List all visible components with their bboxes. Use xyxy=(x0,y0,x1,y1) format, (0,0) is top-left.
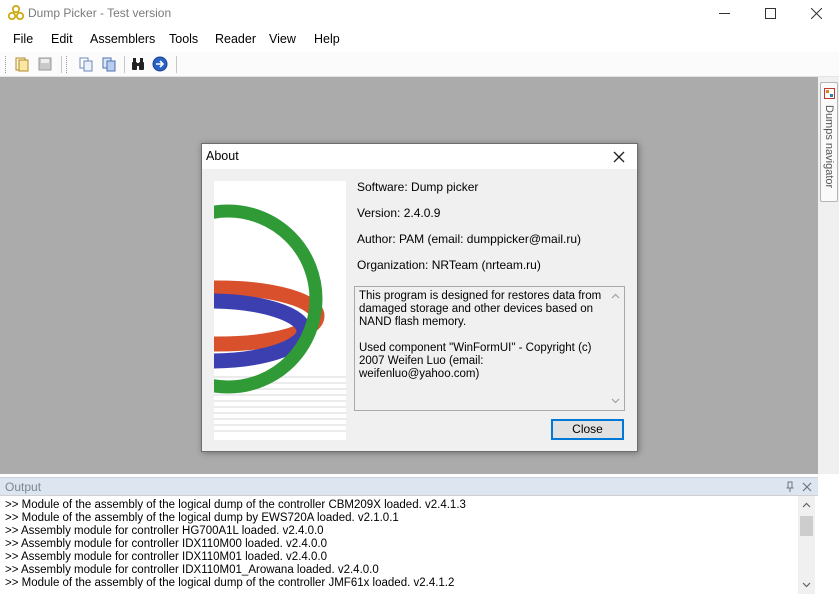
new-dump-button[interactable] xyxy=(13,55,31,73)
menu-assemblers[interactable]: Assemblers xyxy=(90,32,155,46)
paste-icon xyxy=(102,57,116,72)
copy-button[interactable] xyxy=(77,55,95,73)
software-organization: Organization: NRTeam (nrteam.ru) xyxy=(357,258,541,272)
scroll-down-icon[interactable] xyxy=(802,580,811,589)
log-line: >> Assembly module for controller IDX110… xyxy=(5,564,379,576)
window-close-button[interactable] xyxy=(793,0,839,27)
window-title: Dump Picker - Test version xyxy=(28,6,172,20)
go-button[interactable] xyxy=(151,55,169,73)
close-button[interactable]: Close xyxy=(551,419,624,440)
output-panel-header: Output xyxy=(0,477,818,495)
output-scrollbar[interactable] xyxy=(798,496,815,594)
log-line: >> Module of the assembly of the logical… xyxy=(5,512,399,524)
maximize-icon xyxy=(764,8,776,19)
new-dump-icon xyxy=(15,57,29,72)
toolbar-separator xyxy=(176,56,177,73)
app-logo-icon xyxy=(7,4,25,21)
menu-file[interactable]: File xyxy=(13,32,33,46)
software-author: Author: PAM (email: dumppicker@mail.ru) xyxy=(357,232,582,246)
about-dialog: About Software: Dump picker Version: 2.4… xyxy=(201,143,638,452)
menu-tools[interactable]: Tools xyxy=(169,32,198,46)
log-line: >> Module of the assembly of the logical… xyxy=(5,499,466,511)
minimize-icon xyxy=(718,13,730,14)
find-button[interactable] xyxy=(129,55,147,73)
scroll-down-icon[interactable] xyxy=(611,396,620,405)
close-icon xyxy=(810,8,822,19)
menu-bar: File Edit Assemblers Tools Reader View H… xyxy=(0,28,839,52)
scroll-up-icon[interactable] xyxy=(611,292,620,301)
dumps-navigator-tab[interactable]: Dumps navigator xyxy=(820,82,838,202)
title-bar: Dump Picker - Test version xyxy=(0,0,839,27)
about-dialog-close-button[interactable] xyxy=(610,148,628,166)
binoculars-icon xyxy=(132,58,144,70)
toolbar-separator xyxy=(61,56,62,73)
navigator-icon xyxy=(824,88,835,99)
log-line: >> Assembly module for controller IDX110… xyxy=(5,538,327,550)
menu-reader[interactable]: Reader xyxy=(215,32,256,46)
menu-help[interactable]: Help xyxy=(314,32,340,46)
arrow-right-circle-icon xyxy=(152,56,168,72)
log-line: >> Assembly module for controller IDX110… xyxy=(5,551,327,563)
product-logo xyxy=(214,181,346,440)
software-name: Software: Dump picker xyxy=(357,180,479,194)
log-line: >> Module of the assembly of the logical… xyxy=(5,577,455,589)
description-textbox[interactable]: This program is designed for restores da… xyxy=(354,286,625,411)
about-dialog-title: About xyxy=(206,149,239,163)
toolbar-grip[interactable] xyxy=(66,56,69,73)
save-dump-icon xyxy=(38,57,52,71)
dumps-navigator-label: Dumps navigator xyxy=(823,105,835,189)
software-version: Version: 2.4.0.9 xyxy=(357,206,441,220)
description-text: This program is designed for restores da… xyxy=(359,290,602,380)
toolbar-separator xyxy=(124,56,125,73)
menu-edit[interactable]: Edit xyxy=(51,32,73,46)
description-scrollbar[interactable] xyxy=(607,287,624,410)
toolbar-grip[interactable] xyxy=(5,56,8,73)
copy-icon xyxy=(79,57,93,72)
output-panel-title: Output xyxy=(5,480,42,494)
menu-view[interactable]: View xyxy=(269,32,296,46)
close-icon[interactable] xyxy=(801,481,813,493)
paste-button[interactable] xyxy=(100,55,118,73)
scroll-up-icon[interactable] xyxy=(802,501,811,510)
minimize-button[interactable] xyxy=(701,0,747,27)
output-log[interactable]: >> Module of the assembly of the logical… xyxy=(0,495,818,594)
save-dump-button[interactable] xyxy=(36,55,54,73)
output-scroll-thumb[interactable] xyxy=(800,516,813,536)
rings-logo-image xyxy=(214,181,346,440)
log-line: >> Assembly module for controller HG700A… xyxy=(5,525,324,537)
maximize-button[interactable] xyxy=(747,0,793,27)
pin-icon[interactable] xyxy=(784,481,796,493)
toolbar xyxy=(0,52,839,77)
close-icon xyxy=(613,151,625,163)
about-dialog-titlebar: About xyxy=(202,144,637,169)
